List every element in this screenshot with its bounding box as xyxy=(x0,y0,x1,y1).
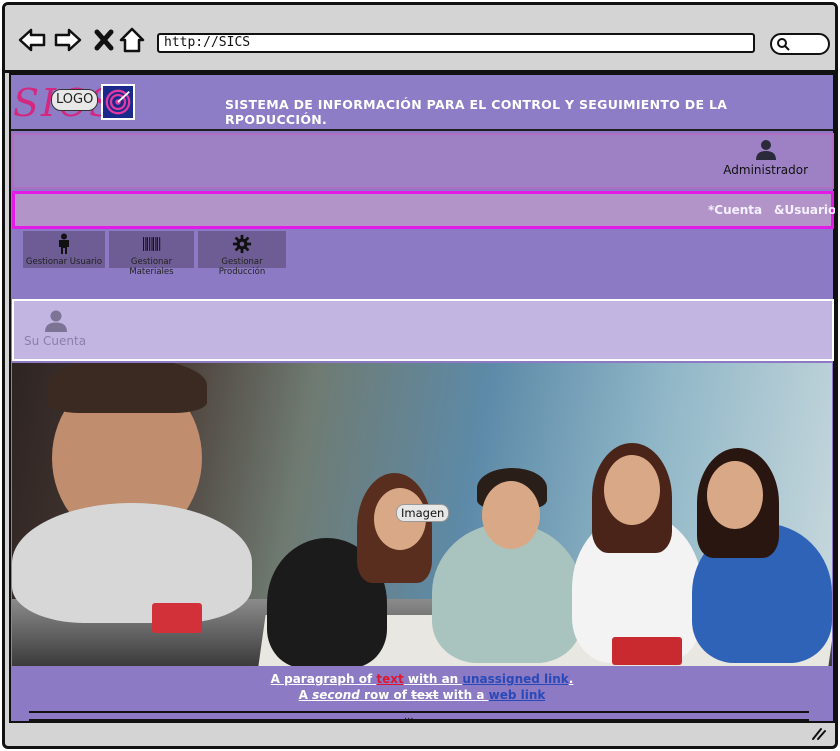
image-label: Imagen xyxy=(396,504,450,522)
paragraph-line-1: A paragraph of text with an unassigned l… xyxy=(11,671,833,687)
barcode-icon xyxy=(142,237,160,251)
menu-link-cuenta[interactable]: *Cuenta xyxy=(708,203,762,217)
arrow-right-icon[interactable] xyxy=(53,25,83,55)
paragraph-italic: second xyxy=(312,688,360,702)
arrow-left-icon[interactable] xyxy=(17,25,47,55)
logo-placeholder: LOGO xyxy=(51,89,99,111)
user-icon xyxy=(755,140,776,160)
home-icon[interactable] xyxy=(117,25,147,55)
paragraph-highlight: text xyxy=(376,672,404,686)
person-icon xyxy=(59,233,69,254)
logo-target-icon xyxy=(101,84,135,120)
footer-divider xyxy=(29,711,809,713)
resize-grip-icon[interactable] xyxy=(811,726,827,740)
x-icon[interactable] xyxy=(89,25,119,55)
user-bar: Administrador xyxy=(12,133,834,189)
unassigned-link[interactable]: unassigned link xyxy=(462,672,568,686)
menu-link-usuario[interactable]: &Usuario xyxy=(774,203,835,217)
search-field[interactable] xyxy=(770,33,830,55)
footer-divider xyxy=(29,719,809,721)
page-content: SICS LOGO SISTEMA DE INFORMACIÓN PARA EL… xyxy=(9,73,835,723)
tile-label: Gestionar Producción xyxy=(218,257,266,277)
web-link[interactable]: web link xyxy=(489,688,546,702)
search-icon xyxy=(777,38,790,51)
paragraph-text: A paragraph of xyxy=(270,672,377,686)
paragraph-text: A xyxy=(298,688,313,702)
tile-label: Gestionar Materiales xyxy=(129,257,174,277)
paragraph-text: . xyxy=(568,672,574,686)
browser-toolbar: http://SICS xyxy=(5,5,835,73)
hero-image: Imagen xyxy=(12,363,832,666)
gear-icon xyxy=(232,234,252,254)
tile-label: Gestionar Usuario xyxy=(25,257,103,267)
tile-gestionar-materiales[interactable]: Gestionar Materiales xyxy=(109,231,194,277)
browser-window: http://SICS SICS LOGO SISTEMA DE INFORMA… xyxy=(2,2,838,749)
site-header: SICS LOGO SISTEMA DE INFORMACIÓN PARA EL… xyxy=(11,75,833,131)
tile-gestionar-produccion[interactable]: Gestionar Producción xyxy=(198,231,286,277)
paragraph-strikethrough: text xyxy=(411,688,439,702)
paragraph-text: with an xyxy=(403,672,463,686)
user-icon xyxy=(45,310,67,332)
paragraph-line-2: A second row of text with a web link xyxy=(11,687,833,703)
tile-gestionar-usuario[interactable]: Gestionar Usuario xyxy=(23,231,105,268)
admin-user[interactable]: Administrador xyxy=(723,139,808,177)
su-cuenta-label: Su Cuenta xyxy=(24,334,87,348)
url-bar[interactable]: http://SICS xyxy=(157,33,755,53)
menu-bar: *Cuenta &Usuario xyxy=(12,191,835,229)
su-cuenta-panel[interactable]: Su Cuenta xyxy=(12,299,834,361)
admin-label: Administrador xyxy=(723,163,808,177)
page-title: SISTEMA DE INFORMACIÓN PARA EL CONTROL Y… xyxy=(225,97,728,127)
paragraph-text: row of xyxy=(359,688,412,702)
sample-paragraph: A paragraph of text with an unassigned l… xyxy=(11,671,833,703)
paragraph-text: with a xyxy=(438,688,489,702)
